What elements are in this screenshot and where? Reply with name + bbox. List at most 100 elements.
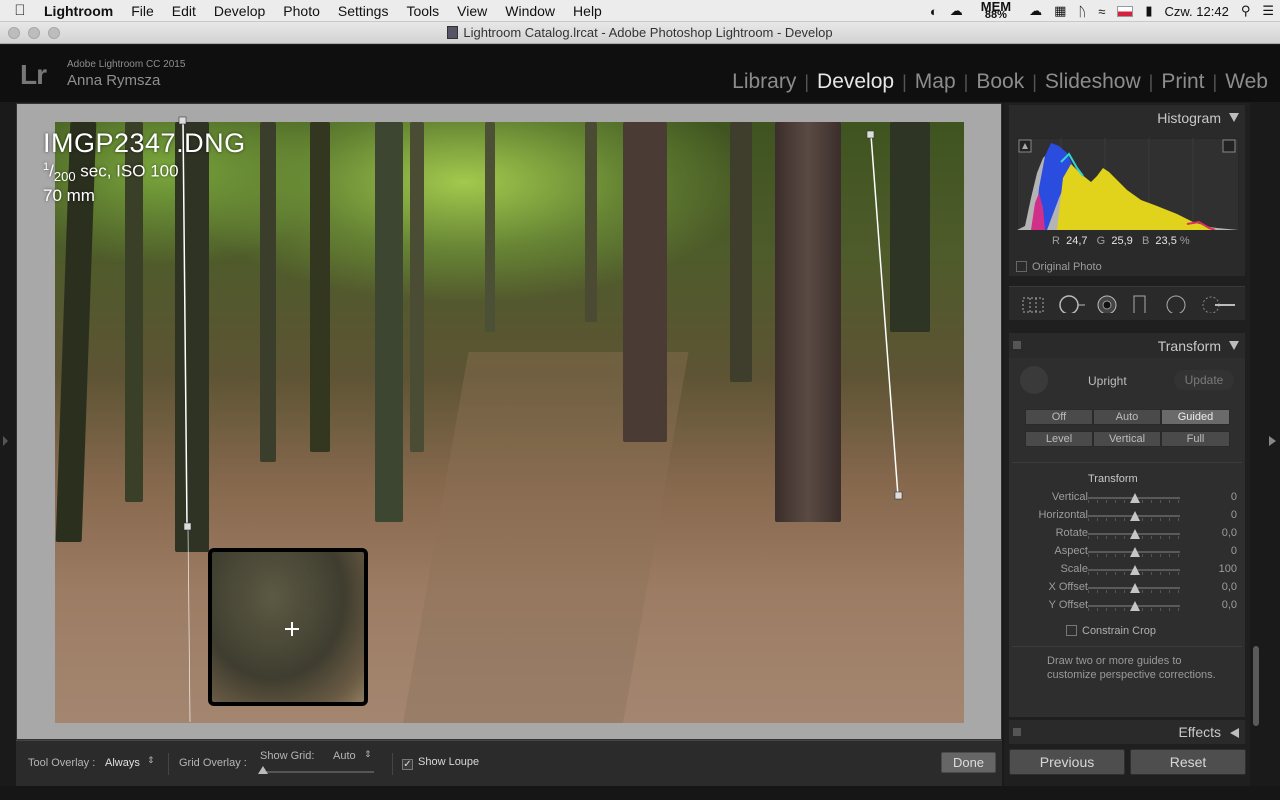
identity-plate: Adobe Lightroom CC 2015 Anna Rymsza xyxy=(67,59,185,89)
horizontal-slider[interactable]: Horizontal 0 xyxy=(1010,508,1237,524)
menu-help[interactable]: Help xyxy=(564,3,611,19)
transform-header[interactable]: Transform xyxy=(1009,333,1245,359)
menu-photo[interactable]: Photo xyxy=(274,3,329,19)
menu-app-name[interactable]: Lightroom xyxy=(40,3,122,19)
checkmark-icon: ✓ xyxy=(402,759,413,770)
scale-slider[interactable]: Scale 100 xyxy=(1010,562,1237,578)
upright-auto-button[interactable]: Auto xyxy=(1093,409,1161,425)
panel-switch-icon[interactable] xyxy=(1013,728,1021,736)
zoom-window-button[interactable] xyxy=(48,27,60,39)
vertical-slider[interactable]: Vertical 0 xyxy=(1010,490,1237,506)
photo-filename: IMGP2347.DNG xyxy=(43,128,246,158)
cloud-upload-icon[interactable]: ☁ xyxy=(1029,3,1042,19)
right-panel-toggle-icon[interactable] xyxy=(1269,436,1276,446)
crosshair-icon xyxy=(285,622,299,636)
menu-edit[interactable]: Edit xyxy=(163,3,205,19)
update-button[interactable]: Update xyxy=(1174,370,1234,390)
photo[interactable] xyxy=(55,122,964,723)
menu-develop[interactable]: Develop xyxy=(205,3,274,19)
apple-icon[interactable]:  xyxy=(0,2,40,19)
flag-icon[interactable] xyxy=(1117,5,1134,17)
window-title-bar: Lightroom Catalog.lrcat - Adobe Photosho… xyxy=(0,22,1280,44)
histogram-header[interactable]: Histogram xyxy=(1009,105,1245,131)
graduated-filter-icon[interactable] xyxy=(1131,295,1149,313)
highlight-clipping-icon xyxy=(1222,139,1236,153)
upright-indicator-icon xyxy=(1020,366,1048,394)
tree-trunk xyxy=(310,122,330,452)
tree-trunk xyxy=(890,122,930,332)
slider-knob xyxy=(1130,583,1140,593)
lightroom-logo: Lr xyxy=(20,59,47,90)
spot-removal-icon[interactable] xyxy=(1057,295,1087,313)
close-window-button[interactable] xyxy=(8,27,20,39)
window-title: Lightroom Catalog.lrcat - Adobe Photosho… xyxy=(463,25,833,40)
menu-view[interactable]: View xyxy=(448,3,496,19)
stepper-icon[interactable]: ⇕ xyxy=(364,749,372,760)
menu-tools[interactable]: Tools xyxy=(397,3,448,19)
module-library[interactable]: Library xyxy=(724,70,804,94)
aspect-slider[interactable]: Aspect 0 xyxy=(1010,544,1237,560)
red-eye-icon[interactable] xyxy=(1095,295,1119,313)
ram-icon[interactable]: ▦ xyxy=(1054,3,1066,19)
menu-file[interactable]: File xyxy=(122,3,163,19)
module-book[interactable]: Book xyxy=(968,70,1032,94)
radial-filter-icon[interactable] xyxy=(1164,295,1188,313)
photo-info-overlay: IMGP2347.DNG 1/200 sec, ISO 100 70 mm xyxy=(43,128,246,206)
upright-off-button[interactable]: Off xyxy=(1025,409,1093,425)
tree-trunk xyxy=(485,122,495,332)
tree-trunk xyxy=(775,122,841,522)
show-loupe-checkbox[interactable]: ✓ Show Loupe xyxy=(402,756,479,770)
module-develop[interactable]: Develop xyxy=(809,70,902,94)
list-icon[interactable]: ☰ xyxy=(1262,3,1274,19)
rotate-slider[interactable]: Rotate 0,0 xyxy=(1010,526,1237,542)
show-grid-select[interactable]: Auto xyxy=(333,750,356,762)
photo-focal-length: 70 mm xyxy=(43,186,95,206)
left-panel-toggle-icon[interactable] xyxy=(3,436,8,446)
menu-bar:  Lightroom File Edit Develop Photo Sett… xyxy=(0,0,1280,22)
reset-button[interactable]: Reset xyxy=(1130,749,1246,775)
stepper-icon[interactable]: ⇕ xyxy=(147,755,155,766)
x-offset-slider[interactable]: X Offset 0,0 xyxy=(1010,580,1237,596)
done-button[interactable]: Done xyxy=(941,752,996,773)
menu-window[interactable]: Window xyxy=(496,3,564,19)
upright-full-button[interactable]: Full xyxy=(1161,431,1230,447)
minimize-window-button[interactable] xyxy=(28,27,40,39)
panel-switch-icon[interactable] xyxy=(1013,341,1021,349)
upright-level-button[interactable]: Level xyxy=(1025,431,1093,447)
clock[interactable]: Czw. 12:42 xyxy=(1164,4,1228,19)
tool-overlay-select[interactable]: Always xyxy=(105,757,140,769)
time-machine-icon[interactable]: ◐ xyxy=(930,4,938,19)
module-print[interactable]: Print xyxy=(1153,70,1212,94)
guide-loupe xyxy=(208,548,368,706)
battery-icon[interactable]: ▮ xyxy=(1145,3,1152,19)
right-panel-scrollbar[interactable] xyxy=(1253,646,1259,726)
module-map[interactable]: Map xyxy=(907,70,964,94)
constrain-crop-checkbox[interactable]: Constrain Crop xyxy=(1066,625,1156,637)
memory-status[interactable]: MEM 88% xyxy=(975,0,1017,21)
grid-overlay-label: Grid Overlay : xyxy=(179,757,247,769)
adjustment-brush-icon[interactable] xyxy=(1201,295,1237,313)
creative-cloud-icon[interactable]: ☁ xyxy=(950,3,963,19)
user-name: Anna Rymsza xyxy=(67,72,161,89)
search-icon[interactable]: ⚲ xyxy=(1241,3,1251,19)
histogram-graph[interactable] xyxy=(1017,138,1239,230)
menu-settings[interactable]: Settings xyxy=(329,3,398,19)
grid-size-slider[interactable] xyxy=(258,766,374,774)
filmstrip-toggle-bar[interactable] xyxy=(0,786,1280,800)
slider-knob xyxy=(1130,565,1140,575)
develop-toolbar: Tool Overlay : Always ⇕ Grid Overlay : S… xyxy=(16,740,1002,786)
previous-button[interactable]: Previous xyxy=(1009,749,1125,775)
upright-vertical-button[interactable]: Vertical xyxy=(1093,431,1161,447)
y-offset-slider[interactable]: Y Offset 0,0 xyxy=(1010,598,1237,614)
slider-knob xyxy=(1130,601,1140,611)
module-slideshow[interactable]: Slideshow xyxy=(1037,70,1149,94)
wifi-icon[interactable]: ≈ xyxy=(1098,4,1105,19)
slider-knob xyxy=(1130,511,1140,521)
tree-trunk xyxy=(375,122,403,522)
module-web[interactable]: Web xyxy=(1217,70,1280,94)
crop-overlay-icon[interactable] xyxy=(1021,295,1045,313)
effects-header[interactable]: Effects xyxy=(1009,720,1245,744)
upright-guided-button[interactable]: Guided xyxy=(1161,409,1230,425)
show-grid-label: Show Grid: xyxy=(260,750,315,762)
bluetooth-icon[interactable]: ᚢ xyxy=(1078,4,1086,19)
